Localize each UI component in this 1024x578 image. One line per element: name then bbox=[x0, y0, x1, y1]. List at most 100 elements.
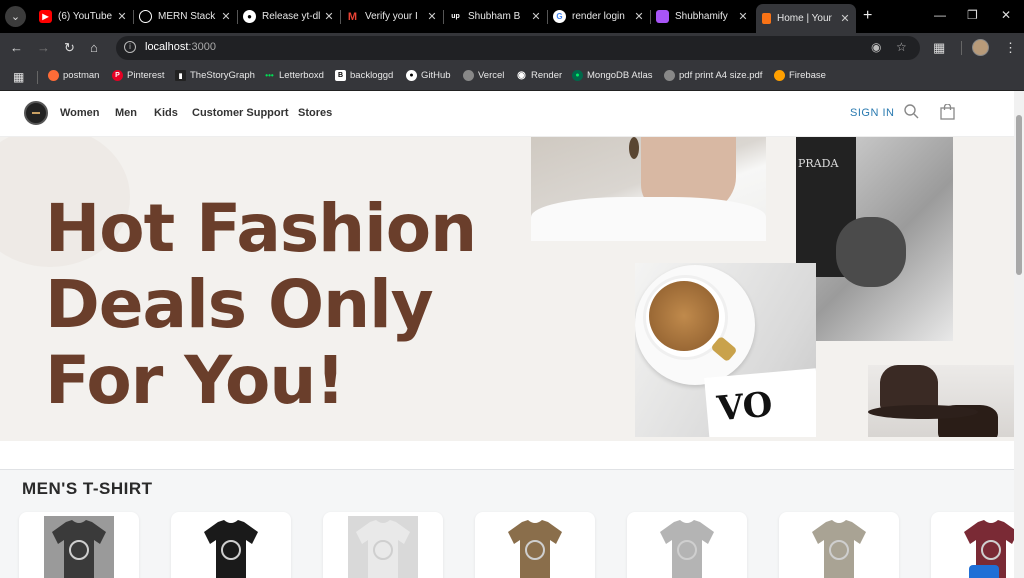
star-icon[interactable]: ☆ bbox=[896, 40, 907, 54]
home-icon[interactable]: ⌂ bbox=[90, 40, 98, 55]
model-photo bbox=[531, 137, 766, 241]
address-bar[interactable]: i localhost:3000 ◉ ☆ bbox=[116, 36, 920, 60]
section-title: MEN'S T-SHIRT bbox=[22, 479, 153, 498]
globe-icon bbox=[664, 70, 675, 81]
restore-icon[interactable]: ❐ bbox=[967, 8, 978, 22]
tab-home-active[interactable]: Home | Your ✕ bbox=[756, 4, 856, 33]
mongodb-icon: ● bbox=[572, 70, 583, 81]
bookmark-backloggd[interactable]: Bbackloggd bbox=[335, 70, 393, 81]
product-card[interactable] bbox=[171, 512, 291, 578]
gmail-icon: M bbox=[347, 10, 358, 23]
close-icon[interactable]: ✕ bbox=[838, 12, 852, 25]
product-card[interactable] bbox=[323, 512, 443, 578]
bookmark-postman[interactable]: postman bbox=[48, 70, 99, 81]
tshirt-image bbox=[44, 516, 114, 578]
mens-tshirt-section: MEN'S T-SHIRT bbox=[0, 469, 1014, 578]
shopping-bag-icon[interactable] bbox=[940, 103, 955, 124]
nav-men[interactable]: Men bbox=[115, 107, 137, 119]
coffee-photo: VO bbox=[635, 263, 816, 437]
globe-icon bbox=[463, 70, 474, 81]
tab-render-login[interactable]: G render login ✕ bbox=[547, 4, 650, 29]
scrollbar-thumb[interactable] bbox=[1016, 115, 1022, 275]
bookmark-storygraph[interactable]: ▮ TheStoryGraph bbox=[175, 70, 255, 81]
bookmark-letterboxd[interactable]: ••• Letterboxd bbox=[264, 70, 324, 81]
bookmark-render[interactable]: ◉ Render bbox=[516, 70, 562, 81]
handbag-photo: PRADA bbox=[796, 137, 953, 341]
search-icon[interactable] bbox=[904, 104, 919, 123]
bookmark-firebase[interactable]: Firebase bbox=[774, 70, 826, 81]
page-viewport: Women Men Kids Customer Support Stores S… bbox=[0, 91, 1014, 578]
forward-icon[interactable]: → bbox=[37, 40, 50, 55]
bookmark-mongodb[interactable]: ● MongoDB Atlas bbox=[572, 70, 652, 81]
shubhamify-icon bbox=[656, 10, 669, 23]
tab-search-button[interactable]: ⌄ bbox=[5, 6, 26, 27]
youtube-icon: ▶ bbox=[39, 10, 52, 23]
tab-upwork[interactable]: up Shubham B ✕ bbox=[443, 4, 547, 29]
hero-banner: Hot Fashion Deals Only For You! PRADA VO bbox=[0, 137, 1014, 441]
bookmarks-bar: ▦ postman P Pinterest ▮ TheStoryGraph ••• L… bbox=[0, 63, 1024, 91]
bookmark-pdf-print[interactable]: pdf print A4 size.pdf bbox=[664, 70, 762, 81]
bookmark-vercel[interactable]: Vercel bbox=[463, 70, 504, 81]
openai-icon bbox=[139, 10, 152, 23]
render-icon: ◉ bbox=[517, 70, 526, 81]
close-icon[interactable]: ✕ bbox=[632, 10, 646, 23]
tab-mern-stack[interactable]: MERN Stack ✕ bbox=[133, 4, 237, 29]
backloggd-icon: B bbox=[335, 70, 346, 81]
nav-customer-support[interactable]: Customer Support bbox=[192, 107, 289, 119]
browser-toolbar: ← → ↻ ⌂ i localhost:3000 ◉ ☆ ▦ ⋮ bbox=[0, 33, 1024, 63]
letterboxd-icon: ••• bbox=[265, 71, 274, 80]
tab-release[interactable]: ● Release yt-dl ✕ bbox=[237, 4, 340, 29]
chat-widget-button[interactable] bbox=[969, 565, 999, 578]
url-text: localhost:3000 bbox=[145, 41, 216, 53]
close-window-icon[interactable]: ✕ bbox=[1001, 8, 1011, 22]
site-logo[interactable] bbox=[24, 101, 48, 125]
eye-off-icon[interactable]: ◉ bbox=[871, 40, 881, 54]
tshirt-image bbox=[348, 516, 418, 578]
product-card[interactable] bbox=[19, 512, 139, 578]
storygraph-icon: ▮ bbox=[175, 70, 186, 81]
tab-strip: ⌄ ▶ (6) YouTube ✕ MERN Stack ✕ ● Release… bbox=[0, 0, 1024, 33]
profile-avatar[interactable] bbox=[972, 39, 989, 56]
back-icon[interactable]: ← bbox=[10, 40, 23, 55]
tshirt-image bbox=[804, 516, 874, 578]
close-icon[interactable]: ✕ bbox=[219, 10, 233, 23]
site-icon bbox=[762, 13, 771, 24]
hero-title: Hot Fashion Deals Only For You! bbox=[45, 190, 477, 419]
nav-stores[interactable]: Stores bbox=[298, 107, 332, 119]
close-icon[interactable]: ✕ bbox=[115, 10, 129, 23]
apps-grid-icon[interactable]: ▦ bbox=[13, 70, 24, 84]
tab-gmail[interactable]: M Verify your I ✕ bbox=[340, 4, 443, 29]
tab-youtube[interactable]: ▶ (6) YouTube ✕ bbox=[33, 4, 133, 29]
minimize-icon[interactable]: — bbox=[934, 8, 946, 22]
nav-kids[interactable]: Kids bbox=[154, 107, 178, 119]
bookmark-pinterest[interactable]: P Pinterest bbox=[112, 70, 165, 81]
google-icon: G bbox=[553, 10, 566, 23]
github-icon: ● bbox=[243, 10, 256, 23]
sign-in-link[interactable]: SIGN IN bbox=[850, 107, 894, 119]
tab-shubhamify[interactable]: Shubhamify ✕ bbox=[650, 4, 754, 29]
close-icon[interactable]: ✕ bbox=[529, 10, 543, 23]
hat-photo bbox=[868, 365, 1014, 437]
tshirt-image bbox=[196, 516, 266, 578]
upwork-icon: up bbox=[451, 13, 460, 20]
product-card[interactable] bbox=[475, 512, 595, 578]
site-info-icon[interactable]: i bbox=[124, 41, 136, 53]
pinterest-icon: P bbox=[112, 70, 123, 81]
firebase-icon bbox=[774, 70, 785, 81]
close-icon[interactable]: ✕ bbox=[425, 10, 439, 23]
page-scrollbar[interactable] bbox=[1014, 91, 1024, 578]
bookmarks-divider bbox=[37, 71, 38, 84]
extensions-icon[interactable]: ▦ bbox=[933, 40, 945, 56]
close-icon[interactable]: ✕ bbox=[736, 10, 750, 23]
github-icon: ● bbox=[406, 70, 417, 81]
new-tab-button[interactable]: + bbox=[863, 7, 872, 25]
nav-women[interactable]: Women bbox=[60, 107, 100, 119]
menu-icon[interactable]: ⋮ bbox=[1004, 40, 1017, 56]
product-card[interactable] bbox=[627, 512, 747, 578]
close-icon[interactable]: ✕ bbox=[322, 10, 336, 23]
postman-icon bbox=[48, 70, 59, 81]
tshirt-image bbox=[500, 516, 570, 578]
reload-icon[interactable]: ↻ bbox=[64, 40, 75, 56]
product-card[interactable] bbox=[779, 512, 899, 578]
bookmark-github[interactable]: ● GitHub bbox=[406, 70, 451, 81]
